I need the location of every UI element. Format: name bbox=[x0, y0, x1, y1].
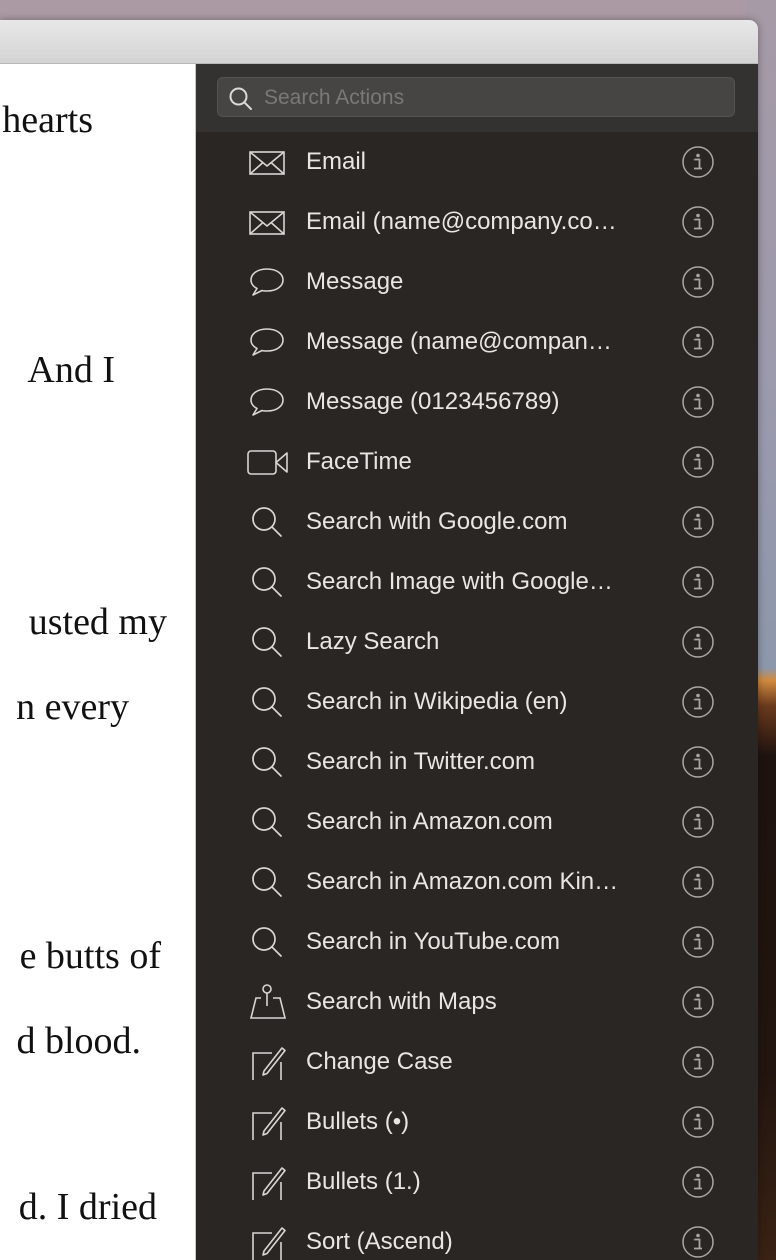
search-input[interactable] bbox=[262, 78, 726, 118]
info-circle-icon[interactable] bbox=[682, 986, 714, 1018]
actions-list: Email Email (name@company.co… Message Me… bbox=[196, 132, 758, 1260]
action-item-label: Search in Twitter.com bbox=[306, 748, 535, 775]
info-circle-icon[interactable] bbox=[682, 566, 714, 598]
magnifier-icon bbox=[246, 864, 290, 900]
magnifier-icon bbox=[246, 684, 290, 720]
action-item[interactable]: Search in Amazon.com bbox=[196, 792, 758, 852]
document-text-line: usted my bbox=[28, 601, 167, 643]
edit-text-icon bbox=[246, 1164, 290, 1200]
document-page[interactable]: hearts And I usted my n every e butts of… bbox=[0, 64, 196, 1260]
map-pin-icon bbox=[246, 984, 290, 1020]
action-item[interactable]: Change Case bbox=[196, 1032, 758, 1092]
action-item-label: Search in Wikipedia (en) bbox=[306, 688, 568, 715]
action-item-label: Search in Amazon.com Kin… bbox=[306, 868, 619, 895]
search-field[interactable] bbox=[217, 77, 735, 118]
action-item-label: Change Case bbox=[306, 1048, 453, 1075]
action-item[interactable]: Search in Amazon.com Kin… bbox=[196, 852, 758, 912]
action-item[interactable]: Message (0123456789) bbox=[196, 372, 758, 432]
edit-text-icon bbox=[246, 1104, 290, 1140]
document-text-line: hearts bbox=[2, 99, 93, 141]
action-item[interactable]: Message (name@compan… bbox=[196, 312, 758, 372]
info-circle-icon[interactable] bbox=[682, 446, 714, 478]
info-circle-icon[interactable] bbox=[682, 746, 714, 778]
speech-bubble-icon bbox=[246, 324, 290, 360]
action-item[interactable]: Search Image with Google… bbox=[196, 552, 758, 612]
action-item[interactable]: Bullets (•) bbox=[196, 1092, 758, 1152]
info-circle-icon[interactable] bbox=[682, 866, 714, 898]
envelope-icon bbox=[246, 204, 290, 240]
envelope-icon bbox=[246, 144, 290, 180]
action-item[interactable]: Search with Maps bbox=[196, 972, 758, 1032]
action-item[interactable]: Email bbox=[196, 132, 758, 192]
document-text-line: n every bbox=[16, 686, 129, 728]
search-icon bbox=[229, 87, 252, 110]
action-item-label: Search with Google.com bbox=[306, 508, 568, 535]
document-text-line: And I bbox=[27, 349, 115, 391]
document-text-line: e butts of bbox=[19, 935, 161, 977]
speech-bubble-icon bbox=[246, 264, 290, 300]
info-circle-icon[interactable] bbox=[682, 1166, 714, 1198]
info-circle-icon[interactable] bbox=[682, 206, 714, 238]
action-item-label: Search Image with Google… bbox=[306, 568, 613, 595]
magnifier-icon bbox=[246, 804, 290, 840]
action-item-label: FaceTime bbox=[306, 448, 412, 475]
magnifier-icon bbox=[246, 624, 290, 660]
action-item-label: Search in YouTube.com bbox=[306, 928, 560, 955]
speech-bubble-icon bbox=[246, 384, 290, 420]
action-item-label: Bullets (•) bbox=[306, 1108, 410, 1135]
action-item-label: Email bbox=[306, 148, 367, 175]
action-item[interactable]: Sort (Ascend) bbox=[196, 1212, 758, 1260]
info-circle-icon[interactable] bbox=[682, 806, 714, 838]
info-circle-icon[interactable] bbox=[682, 506, 714, 538]
action-item[interactable]: Bullets (1.) bbox=[196, 1152, 758, 1212]
action-item-label: Message bbox=[306, 268, 404, 295]
action-item[interactable]: Lazy Search bbox=[196, 612, 758, 672]
action-item-label: Search with Maps bbox=[306, 988, 497, 1015]
info-circle-icon[interactable] bbox=[682, 686, 714, 718]
magnifier-icon bbox=[246, 924, 290, 960]
action-item[interactable]: Message bbox=[196, 252, 758, 312]
magnifier-icon bbox=[246, 744, 290, 780]
search-bar bbox=[196, 64, 758, 132]
action-item[interactable]: Search in YouTube.com bbox=[196, 912, 758, 972]
app-window: hearts And I usted my n every e butts of… bbox=[0, 20, 758, 1260]
action-item-label: Bullets (1.) bbox=[306, 1168, 421, 1195]
action-item-label: Email (name@company.co… bbox=[306, 208, 617, 235]
action-item[interactable]: Email (name@company.co… bbox=[196, 192, 758, 252]
info-circle-icon[interactable] bbox=[682, 626, 714, 658]
action-item-label: Message (0123456789) bbox=[306, 388, 560, 415]
action-item[interactable]: FaceTime bbox=[196, 432, 758, 492]
magnifier-icon bbox=[246, 504, 290, 540]
info-circle-icon[interactable] bbox=[682, 146, 714, 178]
action-item-label: Message (name@compan… bbox=[306, 328, 612, 355]
info-circle-icon[interactable] bbox=[682, 326, 714, 358]
action-item-label: Search in Amazon.com bbox=[306, 808, 553, 835]
info-circle-icon[interactable] bbox=[682, 1226, 714, 1258]
action-item-label: Lazy Search bbox=[306, 628, 440, 655]
info-circle-icon[interactable] bbox=[682, 926, 714, 958]
edit-text-icon bbox=[246, 1044, 290, 1080]
action-item[interactable]: Search in Wikipedia (en) bbox=[196, 672, 758, 732]
magnifier-icon bbox=[246, 564, 290, 600]
info-circle-icon[interactable] bbox=[682, 1046, 714, 1078]
info-circle-icon[interactable] bbox=[682, 386, 714, 418]
action-item[interactable]: Search in Twitter.com bbox=[196, 732, 758, 792]
info-circle-icon[interactable] bbox=[682, 1106, 714, 1138]
video-camera-icon bbox=[246, 444, 290, 480]
action-item-label: Sort (Ascend) bbox=[306, 1228, 453, 1255]
document-text-line: d blood. bbox=[16, 1020, 141, 1062]
edit-text-icon bbox=[246, 1224, 290, 1260]
info-circle-icon[interactable] bbox=[682, 266, 714, 298]
document-text-line: d. I dried bbox=[18, 1186, 157, 1228]
window-titlebar[interactable] bbox=[0, 20, 758, 64]
actions-panel: Email Email (name@company.co… Message Me… bbox=[196, 64, 758, 1260]
action-item[interactable]: Search with Google.com bbox=[196, 492, 758, 552]
